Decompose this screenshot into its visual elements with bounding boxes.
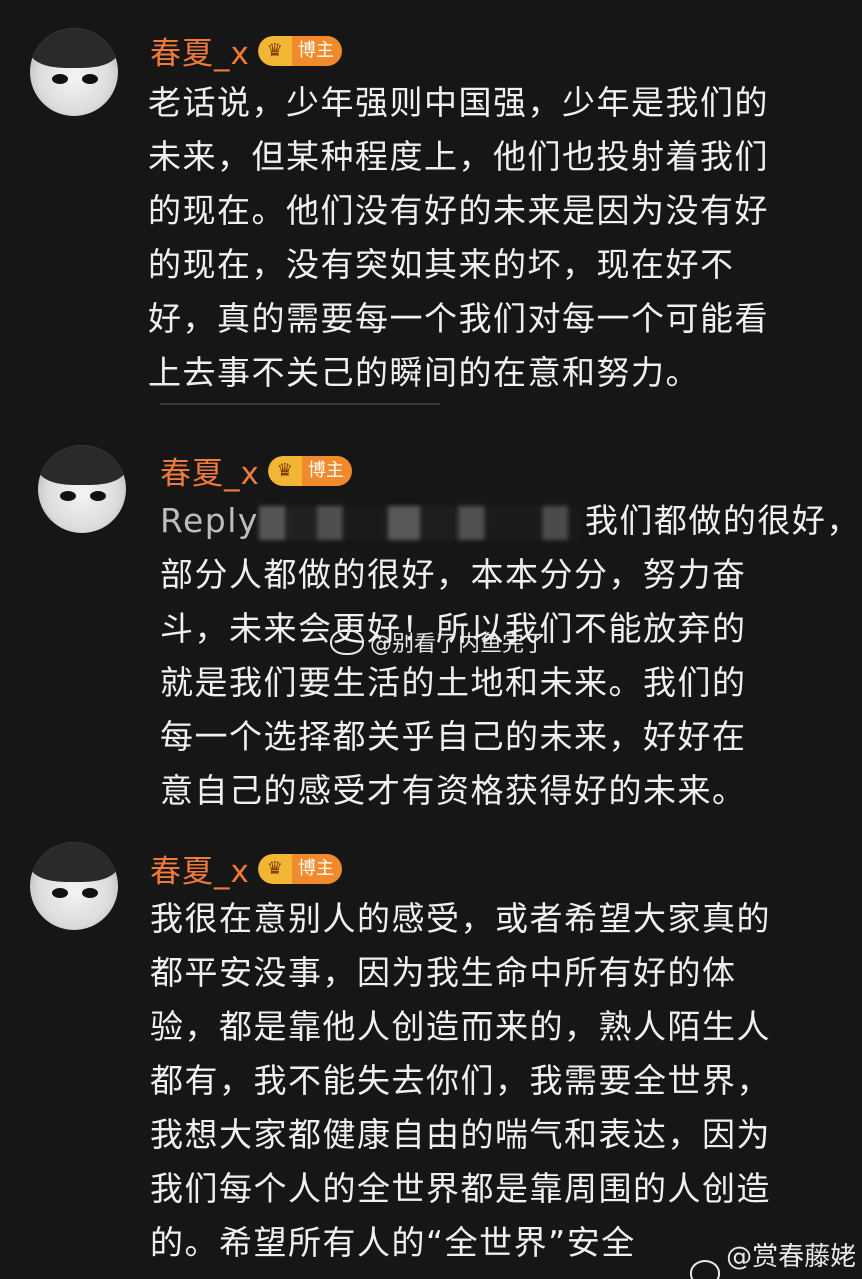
reply-first-line: Reply 我们都做的很好，大 bbox=[160, 494, 862, 548]
name-row: 春夏_x ♛ 博主 bbox=[150, 846, 342, 891]
blogger-badge: ♛ 博主 bbox=[257, 35, 342, 66]
divider bbox=[160, 403, 440, 405]
avatar-eye-right bbox=[90, 491, 106, 501]
crown-icon: ♛ bbox=[257, 853, 292, 884]
avatar-eye-right bbox=[82, 74, 98, 84]
badge-label: 博主 bbox=[291, 853, 342, 884]
blurred-username bbox=[258, 505, 581, 540]
name-row: 春夏_x ♛ 博主 bbox=[160, 448, 352, 493]
reply-text-line1: 我们都做的很好，大 bbox=[584, 501, 862, 540]
username[interactable]: 春夏_x bbox=[160, 448, 260, 493]
watermark-middle: @别看了内鱼完了 bbox=[330, 626, 546, 658]
avatar-eye-right bbox=[82, 888, 98, 898]
avatar-eye-left bbox=[52, 888, 68, 898]
comment-text: 部分人都做的很好，本本分分，努力奋 斗，未来会更好！所以我们不能放弃的 就是我们… bbox=[160, 555, 747, 810]
crown-icon: ♛ bbox=[267, 455, 302, 486]
screenshot-page: 春夏_x ♛ 博主 老话说，少年强则中国强，少年是我们的 未来，但某种程度上，他… bbox=[0, 0, 862, 1279]
comment-text: 我很在意别人的感受，或者希望大家真的 都平安没事，因为我生命中所有好的体 验，都… bbox=[150, 899, 771, 1262]
comment-text: 老话说，少年强则中国强，少年是我们的 未来，但某种程度上，他们也投射着我们 的现… bbox=[148, 83, 769, 392]
name-row: 春夏_x ♛ 博主 bbox=[150, 28, 342, 73]
username[interactable]: 春夏_x bbox=[150, 846, 250, 891]
watermark-bottom-text: @赏春藤姥姥 bbox=[726, 1242, 857, 1272]
weibo-icon bbox=[690, 1260, 721, 1279]
avatar-eye-left bbox=[52, 74, 68, 84]
avatar[interactable] bbox=[30, 842, 118, 930]
avatar-hair bbox=[30, 28, 118, 68]
avatar[interactable] bbox=[38, 445, 126, 533]
watermark-bottom: @赏春藤姥姥 bbox=[690, 1236, 862, 1279]
badge-label: 博主 bbox=[291, 35, 342, 66]
crown-icon: ♛ bbox=[257, 35, 292, 66]
badge-label: 博主 bbox=[301, 455, 352, 486]
weibo-icon bbox=[330, 629, 364, 655]
reply-prefix: Reply bbox=[160, 501, 259, 540]
avatar-hair bbox=[38, 445, 126, 485]
blogger-badge: ♛ 博主 bbox=[267, 455, 352, 486]
watermark-middle-text: @别看了内鱼完了 bbox=[370, 632, 547, 657]
username[interactable]: 春夏_x bbox=[150, 28, 250, 73]
avatar[interactable] bbox=[30, 28, 118, 116]
blogger-badge: ♛ 博主 bbox=[257, 853, 342, 884]
avatar-hair bbox=[30, 842, 118, 882]
avatar-eye-left bbox=[60, 491, 76, 501]
